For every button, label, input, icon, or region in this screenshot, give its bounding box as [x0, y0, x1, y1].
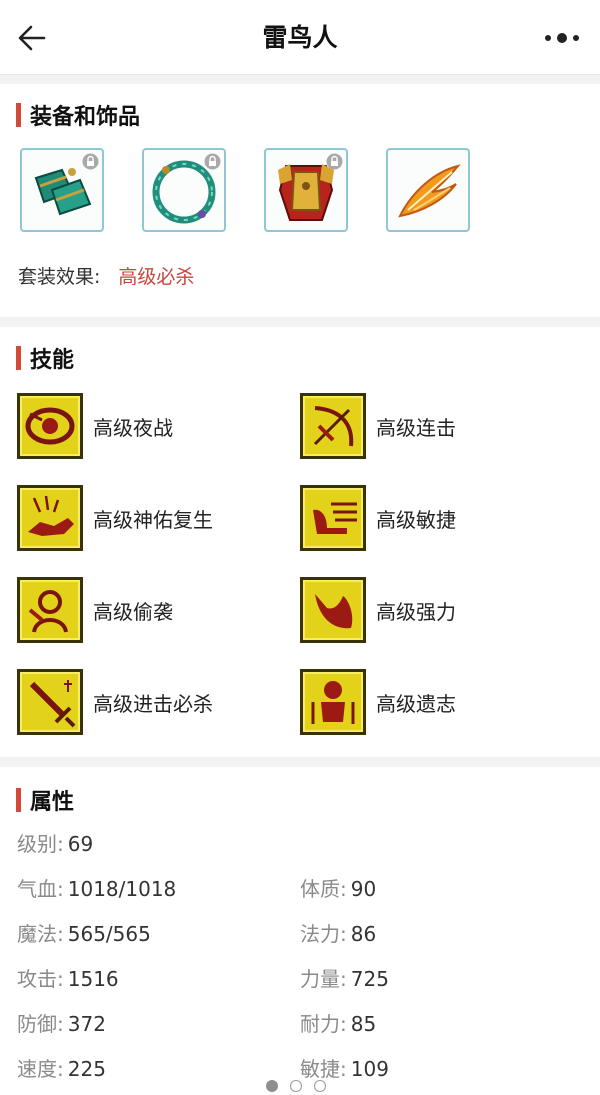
- set-effect-label: 套装效果:: [18, 266, 101, 288]
- attributes-section-title: 属性: [16, 787, 74, 815]
- skill-item[interactable]: 高级遗志: [300, 668, 456, 736]
- skill-item[interactable]: 高级连击: [300, 392, 456, 460]
- wing-icon: [398, 164, 461, 218]
- attr-hp: 气血: 1018/1018: [17, 877, 177, 901]
- bow-skill-icon: [300, 393, 366, 459]
- equipment-section: 装备和饰品 套装效果: 高级必杀: [0, 84, 600, 317]
- skill-item[interactable]: 高级进击必杀: [17, 668, 213, 736]
- speed-skill-icon: [300, 485, 366, 551]
- skill-item[interactable]: 高级夜战: [17, 392, 173, 460]
- equipment-section-title: 装备和饰品: [16, 102, 140, 130]
- attr-speed: 速度: 225: [17, 1057, 106, 1081]
- figure-skill-icon: [300, 669, 366, 735]
- lock-icon: [204, 153, 221, 170]
- attr-constitution: 体质: 90: [300, 877, 377, 901]
- arm-skill-icon: [300, 577, 366, 643]
- page-dot-1[interactable]: [266, 1080, 278, 1092]
- section-accent-bar: [16, 788, 21, 812]
- skill-item[interactable]: 高级神佑复生: [17, 484, 213, 552]
- skill-item[interactable]: 高级偷袭: [17, 576, 173, 644]
- sword-skill-icon: [17, 669, 83, 735]
- skills-section-title: 技能: [16, 345, 74, 373]
- wolf-skill-icon: [17, 485, 83, 551]
- equipment-slot-armor[interactable]: [264, 148, 348, 232]
- equipment-slot-necklace[interactable]: [142, 148, 226, 232]
- attributes-section: 属性 级别: 69 气血: 1018/1018 体质: 90 魔法: 565/565 法…: [0, 767, 600, 1095]
- attr-level: 级别: 69: [17, 832, 94, 856]
- page-title: 雷鸟人: [262, 23, 338, 52]
- eye-skill-icon: [17, 393, 83, 459]
- attr-defense: 防御: 372: [17, 1012, 106, 1036]
- attr-magic: 法力: 86: [300, 922, 377, 946]
- attr-strength: 力量: 725: [300, 967, 389, 991]
- equipment-slot-wing[interactable]: [386, 148, 470, 232]
- lock-icon: [82, 153, 99, 170]
- attr-attack: 攻击: 1516: [17, 967, 119, 991]
- set-effect-row: 套装效果: 高级必杀: [18, 262, 194, 289]
- attr-endurance: 耐力: 85: [300, 1012, 377, 1036]
- page-dot-2[interactable]: [290, 1080, 302, 1092]
- skill-item[interactable]: 高级强力: [300, 576, 456, 644]
- top-bar: 雷鸟人: [0, 0, 600, 75]
- section-accent-bar: [16, 346, 21, 370]
- page-dot-3[interactable]: [314, 1080, 326, 1092]
- sneak-skill-icon: [17, 577, 83, 643]
- more-options-icon[interactable]: [542, 27, 582, 49]
- lock-icon: [326, 153, 343, 170]
- skill-item[interactable]: 高级敏捷: [300, 484, 456, 552]
- section-accent-bar: [16, 103, 21, 127]
- skills-section: 技能 高级夜战 高级连击 高级神佑复生 高级敏捷 高级偷袭 高级强力 高级进击必…: [0, 327, 600, 757]
- set-effect-value[interactable]: 高级必杀: [118, 266, 194, 288]
- page-indicator: [266, 1080, 326, 1092]
- attr-mp: 魔法: 565/565: [17, 922, 151, 946]
- equipment-slot-bracer[interactable]: [20, 148, 104, 232]
